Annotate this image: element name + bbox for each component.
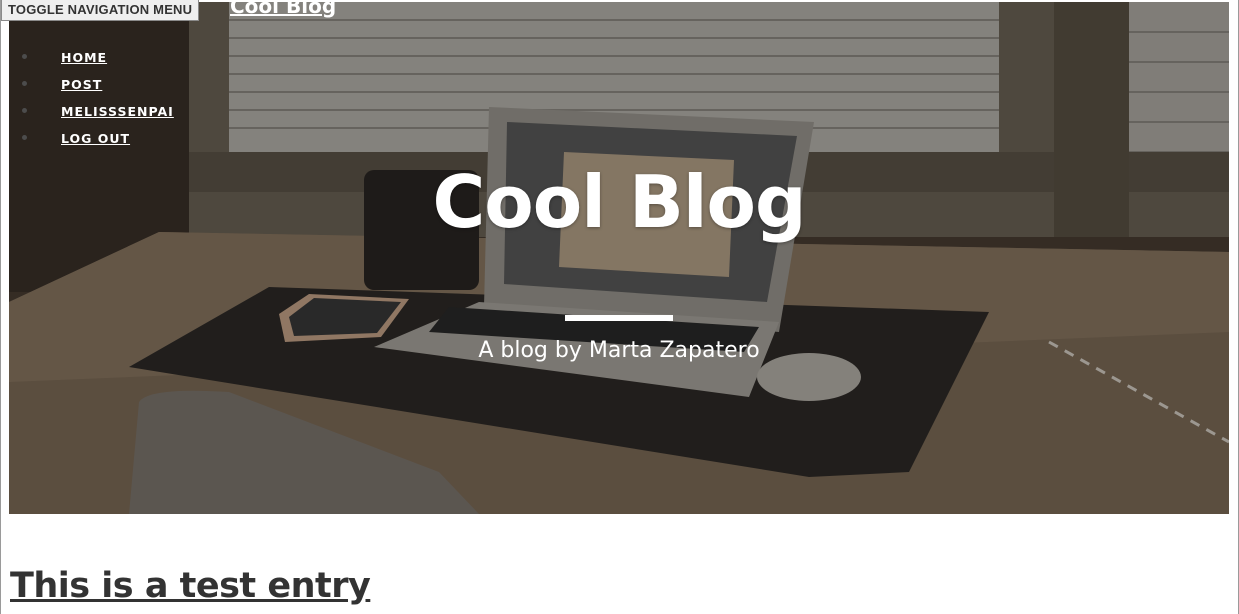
nav-link-logout[interactable]: LOG OUT — [61, 131, 130, 146]
bullet-icon — [22, 54, 27, 59]
post-title-link[interactable]: This is a test entry — [10, 566, 371, 606]
toggle-navigation-button[interactable]: TOGGLE NAVIGATION MENU — [1, 0, 200, 21]
bullet-icon — [22, 81, 27, 86]
brand-link[interactable]: Cool Blog — [230, 0, 336, 18]
hero-overlay — [9, 2, 1229, 514]
nav-link-user[interactable]: MELISSSENPAI — [61, 104, 174, 119]
bullet-icon — [22, 108, 27, 113]
hero-divider — [565, 315, 673, 321]
nav-link-home[interactable]: HOME — [61, 50, 107, 65]
hero-subtitle: A blog by Marta Zapatero — [478, 338, 760, 363]
hero-header: Cool Blog A blog by Marta Zapatero — [9, 2, 1229, 514]
nav-link-post[interactable]: POST — [61, 77, 102, 92]
hero-title: Cool Blog — [432, 160, 806, 244]
bullet-icon — [22, 135, 27, 140]
